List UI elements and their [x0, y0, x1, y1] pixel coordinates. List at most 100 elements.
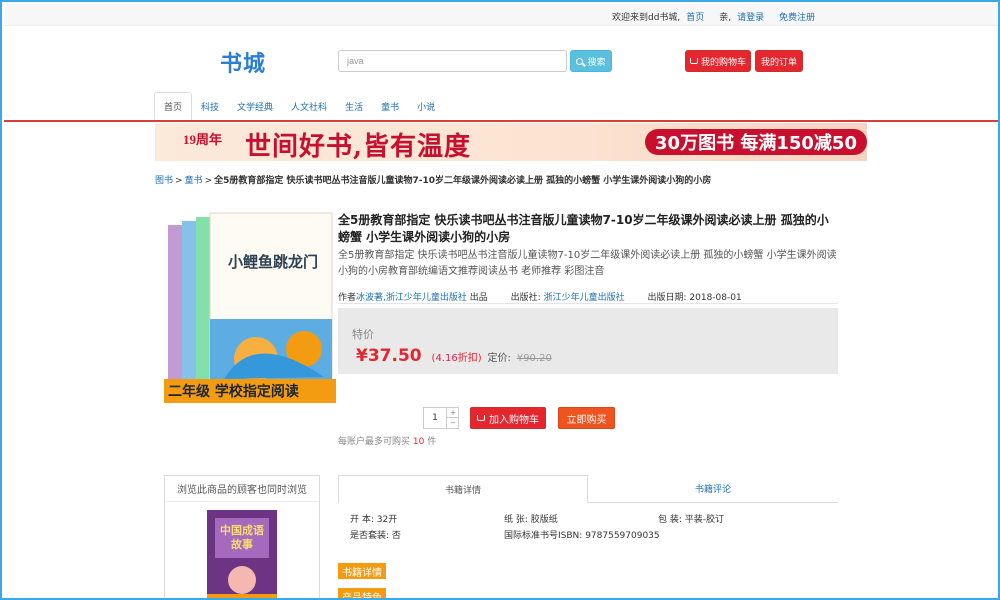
tab-literature[interactable]: 文学经典 — [228, 92, 282, 120]
search-button[interactable]: 搜索 — [570, 50, 612, 72]
breadcrumb-current: 全5册教育部指定 快乐读书吧丛书注音版儿童读物7-10岁二年级课外阅读必读上册 … — [214, 176, 712, 186]
spec-isbn: 国际标准书号ISBN: 9787559709035 — [504, 528, 660, 541]
breadcrumb-books[interactable]: 图书 — [155, 176, 173, 186]
spec-format-value: 32开 — [376, 515, 398, 525]
cover-grade-banner: 二年级 学校指定阅读 — [168, 384, 299, 400]
quantity-increase-button[interactable]: + — [446, 408, 459, 418]
login-link[interactable]: 请登录 — [737, 13, 764, 23]
spec-paper: 纸 张: 胶版纸 — [504, 512, 558, 525]
search-icon — [576, 57, 584, 65]
breadcrumb-separator: > — [204, 176, 213, 186]
special-price-label: 特价 — [352, 328, 374, 341]
site-logo[interactable]: 书城 — [220, 46, 266, 78]
spec-set-label: 是否套装: — [350, 531, 390, 541]
also-viewed-panel: 浏览此商品的顾客也同时浏览 中国成语故事 — [164, 475, 320, 598]
login-prompt: 亲, — [719, 13, 732, 23]
limit-count: 10 — [412, 437, 425, 447]
product-title: 全5册教育部指定 快乐读书吧丛书注音版儿童读物7-10岁二年级课外阅读必读上册 … — [338, 213, 829, 244]
spec-format: 开 本: 32开 — [350, 512, 397, 525]
list-price-label: 定价: — [487, 353, 511, 364]
spec-set: 是否套装: 否 — [350, 528, 401, 541]
breadcrumb: 图书 > 童书 > 全5册教育部指定 快乐读书吧丛书注音版儿童读物7-10岁二年级课外阅… — [155, 173, 711, 186]
my-orders-button[interactable]: 我的订单 — [755, 50, 803, 72]
my-orders-label: 我的订单 — [760, 57, 797, 68]
register-link[interactable]: 免费注册 — [779, 13, 815, 23]
tab-tech[interactable]: 科技 — [192, 92, 228, 120]
buy-now-button[interactable]: 立即购买 — [558, 407, 615, 429]
spec-binding-label: 包 装: — [658, 515, 682, 525]
add-to-cart-button[interactable]: 加入购物车 — [470, 407, 546, 429]
quantity-stepper[interactable]: 1 + − — [423, 407, 459, 429]
top-bar: 欢迎来到dd书城, 首页 亲, 请登录 免费注册 — [4, 4, 998, 26]
author-suffix: 出品 — [469, 293, 488, 303]
section-product-features: 产品特色 — [338, 588, 386, 598]
my-cart-button[interactable]: 我的购物车 — [685, 50, 751, 72]
banner-deal: 30万图书 每满150减50 — [645, 129, 867, 155]
product-meta: 作者冰波著,浙江少年儿童出版社 出品 出版社: 浙江少年儿童出版社 出版日期: … — [338, 290, 838, 303]
home-link[interactable]: 首页 — [686, 13, 704, 23]
breadcrumb-separator: > — [175, 176, 183, 186]
discount-text: (4.16折扣) — [432, 353, 482, 364]
limit-suffix: 件 — [427, 437, 437, 447]
tab-book-reviews[interactable]: 书籍评论 — [588, 475, 838, 503]
book-specs: 开 本: 32开 纸 张: 胶版纸 包 装: 平装-胶订 是否套装: 否 国际标… — [350, 512, 840, 544]
cart-icon — [477, 415, 485, 421]
pubdate-label: 出版日期: — [647, 293, 687, 303]
banner-slogan: 世间好书,皆有温度 — [245, 132, 472, 161]
spec-paper-label: 纸 张: — [504, 515, 528, 525]
spec-set-value: 否 — [391, 531, 401, 541]
spec-binding: 包 装: 平装-胶订 — [658, 512, 724, 525]
purchase-limit: 每账户最多可购买 10 件 — [338, 434, 436, 447]
list-price: ¥90.20 — [516, 353, 552, 364]
discount-value: 4.16 — [435, 353, 458, 364]
tab-life[interactable]: 生活 — [336, 92, 372, 120]
also-viewed-book-thumbnail[interactable]: 中国成语故事 — [205, 508, 279, 598]
section-book-details: 书籍详情 — [338, 563, 386, 579]
cover-title: 小鲤鱼跳龙门 — [228, 253, 319, 271]
browser-page: 欢迎来到dd书城,首页 亲,请登录 免费注册 书城 搜索 我的购物车 我的订单 … — [0, 0, 1000, 600]
search-button-label: 搜索 — [587, 57, 606, 68]
limit-prefix: 每账户最多可购买 — [338, 437, 411, 447]
tab-humanities[interactable]: 人文社科 — [282, 92, 336, 120]
tab-fiction[interactable]: 小说 — [408, 92, 444, 120]
pubdate-value: 2018-08-01 — [689, 293, 742, 303]
category-nav: 首页 科技 文学经典 人文社科 生活 童书 小说 — [154, 92, 444, 120]
cart-icon — [689, 58, 698, 64]
tab-home[interactable]: 首页 — [154, 92, 193, 120]
also-viewed-heading: 浏览此商品的顾客也同时浏览 — [165, 476, 319, 502]
tab-book-details[interactable]: 书籍详情 — [338, 475, 588, 503]
spec-isbn-label: 国际标准书号ISBN: — [504, 531, 583, 541]
spec-row: 是否套装: 否 国际标准书号ISBN: 9787559709035 — [350, 528, 840, 544]
author-publisher-link[interactable]: 浙江少年儿童出版社 — [386, 293, 467, 303]
author-link[interactable]: 冰波著, — [356, 293, 386, 303]
quantity-value[interactable]: 1 — [424, 408, 446, 428]
also-viewed-book-title: 中国成语故事 — [220, 524, 264, 551]
sale-price: ¥37.50 (4.16折扣) 定价: ¥90.20 — [356, 346, 552, 366]
breadcrumb-children[interactable]: 童书 — [185, 176, 203, 186]
product-description: 全5册教育部指定 快乐读书吧丛书注音版儿童读物7-10岁二年级课外阅读必读上册 … — [338, 250, 837, 277]
spec-paper-value: 胶版纸 — [530, 515, 558, 525]
detail-tabs: 书籍详情 书籍评论 — [338, 475, 838, 503]
search-input[interactable] — [338, 50, 567, 72]
sale-price-value: ¥37.50 — [356, 346, 422, 366]
discount-suffix: 折扣) — [457, 353, 482, 364]
author-label: 作者 — [338, 293, 357, 303]
spec-isbn-value: 9787559709035 — [585, 531, 660, 541]
publisher-label: 出版社: — [510, 293, 541, 303]
price-box: 特价 ¥37.50 (4.16折扣) 定价: ¥90.20 — [338, 308, 838, 374]
tab-children[interactable]: 童书 — [372, 92, 408, 120]
quantity-decrease-button[interactable]: − — [446, 418, 459, 428]
anniversary-badge: 19周年 — [183, 132, 223, 147]
top-links: 欢迎来到dd书城, 首页 亲, 请登录 免费注册 — [612, 10, 821, 23]
product-cover-image[interactable]: 小鲤鱼跳龙门 二年级 学校指定阅读 — [164, 209, 336, 405]
spec-row: 开 本: 32开 纸 张: 胶版纸 包 装: 平装-胶订 — [350, 512, 840, 528]
spec-binding-value: 平装-胶订 — [684, 515, 725, 525]
promo-banner[interactable]: 19周年 世间好书,皆有温度 30万图书 每满150减50 — [155, 123, 867, 161]
nav-divider — [4, 120, 998, 122]
spec-format-label: 开 本: — [350, 515, 374, 525]
publisher-link[interactable]: 浙江少年儿童出版社 — [544, 293, 625, 303]
welcome-text: 欢迎来到dd书城, — [612, 13, 681, 23]
my-cart-label: 我的购物车 — [700, 57, 746, 68]
meta-divider — [338, 303, 838, 304]
add-to-cart-label: 加入购物车 — [489, 414, 539, 426]
